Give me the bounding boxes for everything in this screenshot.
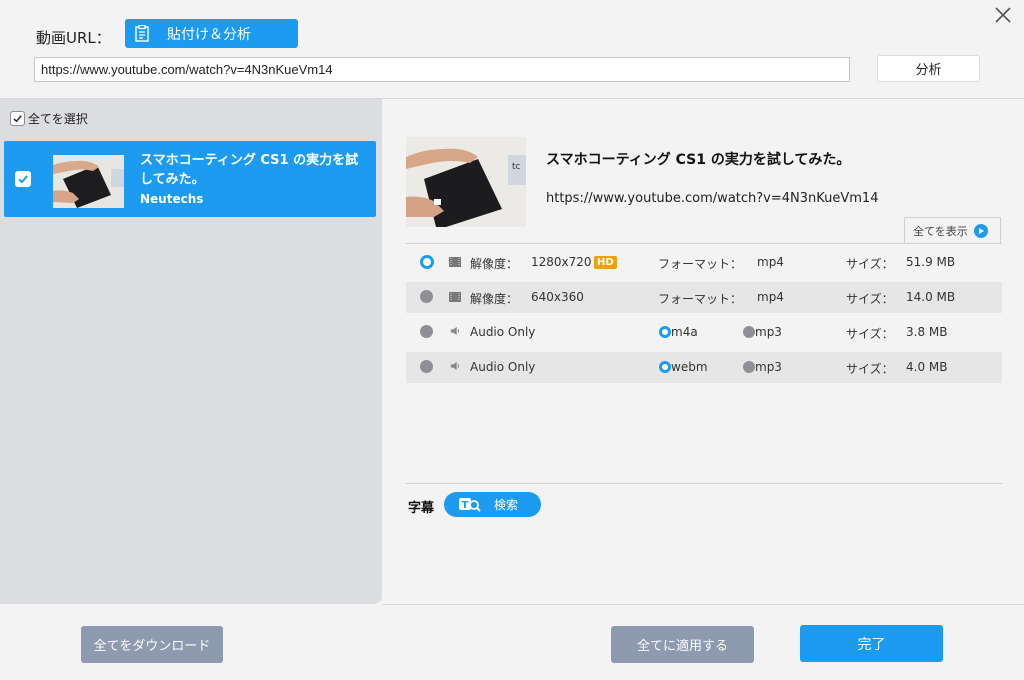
audio-option-label: m4a <box>671 325 698 339</box>
audio-only-label: Audio Only <box>470 360 536 374</box>
url-input[interactable] <box>34 57 850 82</box>
audio-only-label: Audio Only <box>470 325 536 339</box>
audio-option-mp3[interactable]: mp3 <box>743 360 782 374</box>
speaker-icon <box>450 326 459 336</box>
video-item-title: スマホコーティング CS1 の実力を試してみた。 <box>140 153 359 187</box>
resolution-value: 640x360 <box>531 290 584 304</box>
format-row[interactable]: Audio Only webm mp3 サイズ： 4.0 MB <box>406 352 1002 383</box>
subtitle-search-button[interactable]: T 検索 <box>444 492 541 517</box>
select-all-label: 全てを選択 <box>28 112 88 126</box>
size-value: 51.9 MB <box>906 255 956 269</box>
video-icon <box>449 257 461 267</box>
resolution-label: 解像度： <box>470 292 519 306</box>
video-preview-thumbnail: tc <box>406 137 526 227</box>
close-icon[interactable] <box>992 4 1014 26</box>
svg-text:T: T <box>462 500 469 511</box>
audio-option-label: webm <box>671 360 708 374</box>
bottom-divider <box>382 604 1024 605</box>
subtitle-search-icon: T <box>459 497 481 512</box>
audio-option-webm[interactable]: webm <box>659 360 708 374</box>
select-all-checkbox[interactable]: 全てを選択 <box>10 110 88 127</box>
video-list-item[interactable]: スマホコーティング CS1 の実力を試してみた。 Neutechs <box>4 141 376 217</box>
audio-option-label: mp3 <box>755 325 782 339</box>
url-label: 動画URL： <box>36 29 111 47</box>
audio-option-mp3[interactable]: mp3 <box>743 325 782 339</box>
resolution-value: 1280x720 <box>531 255 592 269</box>
video-thumbnail <box>53 155 124 208</box>
apply-all-button[interactable]: 全てに適用する <box>611 626 754 663</box>
subtitle-label: 字幕 <box>408 501 435 516</box>
hd-badge: HD <box>594 256 617 269</box>
format-radio[interactable] <box>420 360 433 373</box>
video-title: スマホコーティング CS1 の実力を試してみた。 <box>546 152 851 168</box>
item-checkbox[interactable] <box>15 171 31 187</box>
paste-analyze-button[interactable]: 貼付け＆分析 <box>125 19 298 48</box>
speaker-icon <box>450 361 459 371</box>
size-value: 3.8 MB <box>906 325 948 339</box>
download-all-button[interactable]: 全てをダウンロード <box>81 626 223 663</box>
format-row[interactable]: Audio Only m4a mp3 サイズ： 3.8 MB <box>406 317 1002 348</box>
checkbox-checked-icon <box>10 111 25 126</box>
resolution-label: 解像度： <box>470 257 519 271</box>
size-value: 14.0 MB <box>906 290 956 304</box>
show-all-tab[interactable]: 全てを表示 <box>904 217 1001 243</box>
format-radio[interactable] <box>420 290 433 303</box>
size-label: サイズ： <box>846 362 894 376</box>
paste-analyze-label: 貼付け＆分析 <box>167 26 251 43</box>
format-value: mp4 <box>757 255 784 269</box>
analyze-button[interactable]: 分析 <box>877 55 980 82</box>
radio-icon <box>743 326 755 338</box>
format-label: フォーマット： <box>658 292 743 306</box>
size-label: サイズ： <box>846 327 894 341</box>
format-radio[interactable] <box>420 325 433 338</box>
radio-selected-icon <box>659 326 671 338</box>
radio-selected-icon <box>659 361 671 373</box>
format-radio-selected[interactable] <box>420 255 434 269</box>
audio-option-m4a[interactable]: m4a <box>659 325 698 339</box>
clipboard-icon <box>135 25 149 42</box>
subtitle-divider <box>406 483 1002 484</box>
audio-option-label: mp3 <box>755 360 782 374</box>
format-row[interactable]: 解像度： 1280x720 HD フォーマット： mp4 サイズ： 51.9 M… <box>406 247 1002 278</box>
video-icon <box>449 292 461 302</box>
video-url: https://www.youtube.com/watch?v=4N3nKueV… <box>546 191 879 206</box>
radio-icon <box>743 361 755 373</box>
show-all-label: 全てを表示 <box>913 224 968 238</box>
format-label: フォーマット： <box>658 257 743 271</box>
format-value: mp4 <box>757 290 784 304</box>
size-value: 4.0 MB <box>906 360 948 374</box>
done-button[interactable]: 完了 <box>800 625 943 662</box>
format-row[interactable]: 解像度： 640x360 フォーマット： mp4 サイズ： 14.0 MB <box>406 282 1002 313</box>
play-icon <box>973 223 988 238</box>
svg-text:tc: tc <box>512 162 521 172</box>
size-label: サイズ： <box>846 292 894 306</box>
size-label: サイズ： <box>846 257 894 271</box>
formats-divider <box>406 243 1002 244</box>
video-item-channel: Neutechs <box>140 192 204 206</box>
search-label: 検索 <box>494 498 519 512</box>
